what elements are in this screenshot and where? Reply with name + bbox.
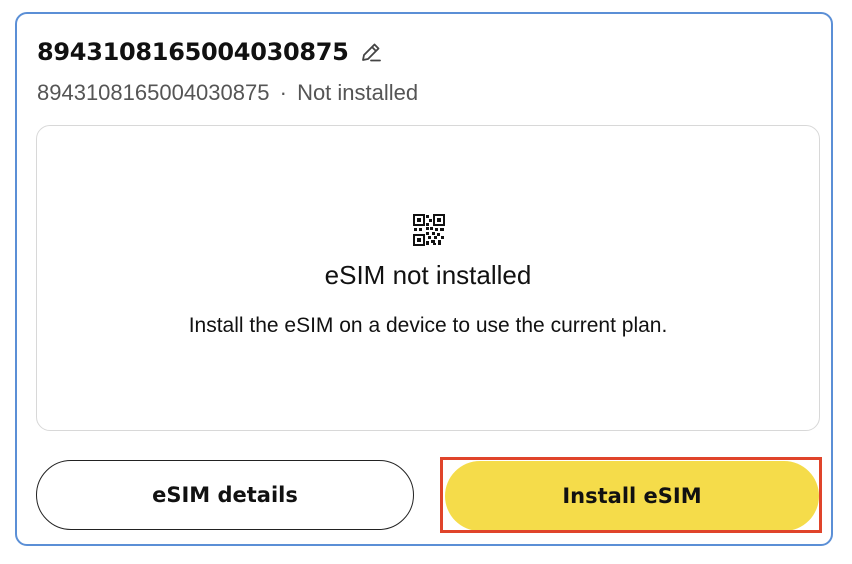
panel-heading: eSIM not installed bbox=[324, 260, 532, 290]
esim-subtitle: 8943108165004030875 · Not installed bbox=[37, 80, 418, 106]
iccid-number: 8943108165004030875 bbox=[37, 80, 270, 105]
esim-card: 8943108165004030875 8943108165004030875 … bbox=[15, 12, 833, 546]
title-row: 8943108165004030875 bbox=[37, 38, 383, 66]
install-status: Not installed bbox=[297, 80, 419, 105]
subtitle-separator: · bbox=[279, 80, 287, 105]
qr-code-icon bbox=[413, 214, 445, 246]
esim-title: 8943108165004030875 bbox=[37, 38, 349, 66]
esim-details-button[interactable]: eSIM details bbox=[36, 460, 414, 530]
panel-description: Install the eSIM on a device to use the … bbox=[188, 314, 668, 337]
pencil-edit-icon[interactable] bbox=[359, 40, 383, 64]
status-panel: eSIM not installed Install the eSIM on a… bbox=[36, 125, 820, 431]
install-esim-button[interactable]: Install eSIM bbox=[445, 461, 819, 531]
